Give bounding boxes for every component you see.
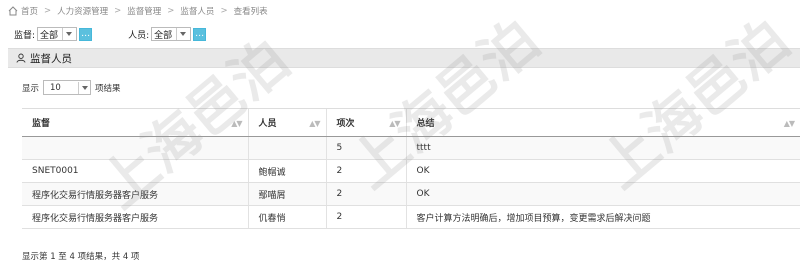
table-info: 显示第 1 至 4 项结果，共 4 项: [22, 252, 140, 262]
sort-icon: ▲▼: [231, 119, 242, 128]
page-length-select[interactable]: 10: [43, 80, 92, 95]
page-length-suffix: 项结果: [95, 83, 121, 94]
sort-icon: ▲▼: [389, 119, 400, 128]
cell-supervisor: SNET0001: [22, 159, 248, 183]
cell-summary: tttt: [405, 136, 800, 160]
supervisor-select[interactable]: 全部: [37, 27, 78, 41]
supervisors-table: 监督 ▲▼ 人员 ▲▼ 项次 ▲▼ 总结 ▲▼ 5 tttt SNET0001 鲍帽诚 …: [22, 108, 800, 229]
supervisor-filter-label: 监督:: [14, 30, 36, 41]
supervisor-add-button[interactable]: …: [79, 27, 93, 41]
page-length-value: 10: [50, 82, 61, 93]
cell-item: 2: [325, 159, 406, 183]
column-header-item[interactable]: 项次 ▲▼: [325, 108, 406, 137]
chevron-down-icon: [176, 28, 188, 40]
breadcrumb-separator: >: [220, 6, 228, 16]
person-filter-label: 人员:: [128, 30, 150, 41]
breadcrumb-separator: >: [167, 6, 175, 16]
sort-icon: ▲▼: [309, 119, 320, 128]
person-filter: 人员: 全部 …: [128, 27, 207, 41]
breadcrumb-item-supervision[interactable]: 监督管理: [127, 5, 161, 17]
cell-supervisor: [22, 136, 248, 160]
column-header-label: 项次: [336, 119, 355, 129]
cell-person: 仉春悄: [247, 205, 326, 229]
person-add-button[interactable]: …: [193, 27, 207, 41]
filter-bar: 监督: 全部 … 人员: 全部 …: [0, 25, 800, 43]
cell-item: 2: [325, 182, 406, 206]
supervisor-filter: 监督: 全部 …: [14, 27, 93, 41]
cell-supervisor: 程序化交易行情服务器客户服务: [22, 205, 248, 229]
cell-item: 2: [325, 205, 406, 229]
column-header-person[interactable]: 人员 ▲▼: [247, 108, 326, 137]
breadcrumb-item-hr[interactable]: 人力资源管理: [57, 5, 108, 17]
breadcrumb-home[interactable]: 首页: [8, 5, 38, 17]
cell-supervisor: 程序化交易行情服务器客户服务: [22, 182, 248, 206]
breadcrumb-item-home[interactable]: 首页: [21, 5, 38, 17]
cell-summary: OK: [405, 159, 800, 183]
column-header-label: 人员: [258, 119, 277, 129]
sort-icon: ▲▼: [783, 119, 795, 128]
table-header-row: 监督 ▲▼ 人员 ▲▼ 项次 ▲▼ 总结 ▲▼: [22, 108, 800, 137]
cell-summary: 客户计算方法明确后，增加项目预算，变更需求后解决问题: [405, 205, 800, 229]
column-header-label: 总结: [416, 119, 435, 129]
panel-header: 监督人员: [8, 48, 800, 68]
cell-person: [247, 136, 326, 160]
cell-item: 5: [325, 136, 406, 160]
breadcrumb-separator: >: [114, 6, 122, 16]
panel-title: 监督人员: [30, 52, 72, 65]
table-row[interactable]: 5 tttt: [22, 136, 800, 160]
chevron-down-icon: [62, 28, 74, 40]
table-row[interactable]: SNET0001 鲍帽诚 2 OK: [22, 159, 800, 183]
table-row[interactable]: 程序化交易行情服务器客户服务 鄢喵屑 2 OK: [22, 182, 800, 206]
table-row[interactable]: 程序化交易行情服务器客户服务 仉春悄 2 客户计算方法明确后，增加项目预算，变更…: [22, 205, 800, 229]
cell-person: 鲍帽诚: [247, 159, 326, 183]
breadcrumb-item-current: 查看列表: [233, 7, 268, 17]
column-header-supervisor[interactable]: 监督 ▲▼: [22, 108, 248, 137]
supervisor-select-value: 全部: [40, 30, 59, 41]
cell-summary: OK: [405, 182, 800, 206]
column-header-label: 监督: [32, 119, 51, 129]
breadcrumb-separator: >: [44, 6, 52, 16]
page-length-control: 显示 10 项结果: [22, 80, 121, 95]
person-select[interactable]: 全部: [151, 27, 192, 41]
chevron-down-icon: [78, 81, 90, 94]
column-header-summary[interactable]: 总结 ▲▼: [405, 108, 800, 137]
user-icon: [16, 53, 26, 63]
cell-person: 鄢喵屑: [247, 182, 326, 206]
person-select-value: 全部: [154, 30, 173, 41]
breadcrumb: 首页 > 人力资源管理 > 监督管理 > 监督人员 > 查看列表: [0, 0, 800, 22]
page-length-prefix: 显示: [22, 83, 40, 94]
home-icon: [8, 6, 18, 16]
breadcrumb-item-supervisors[interactable]: 监督人员: [180, 5, 214, 17]
